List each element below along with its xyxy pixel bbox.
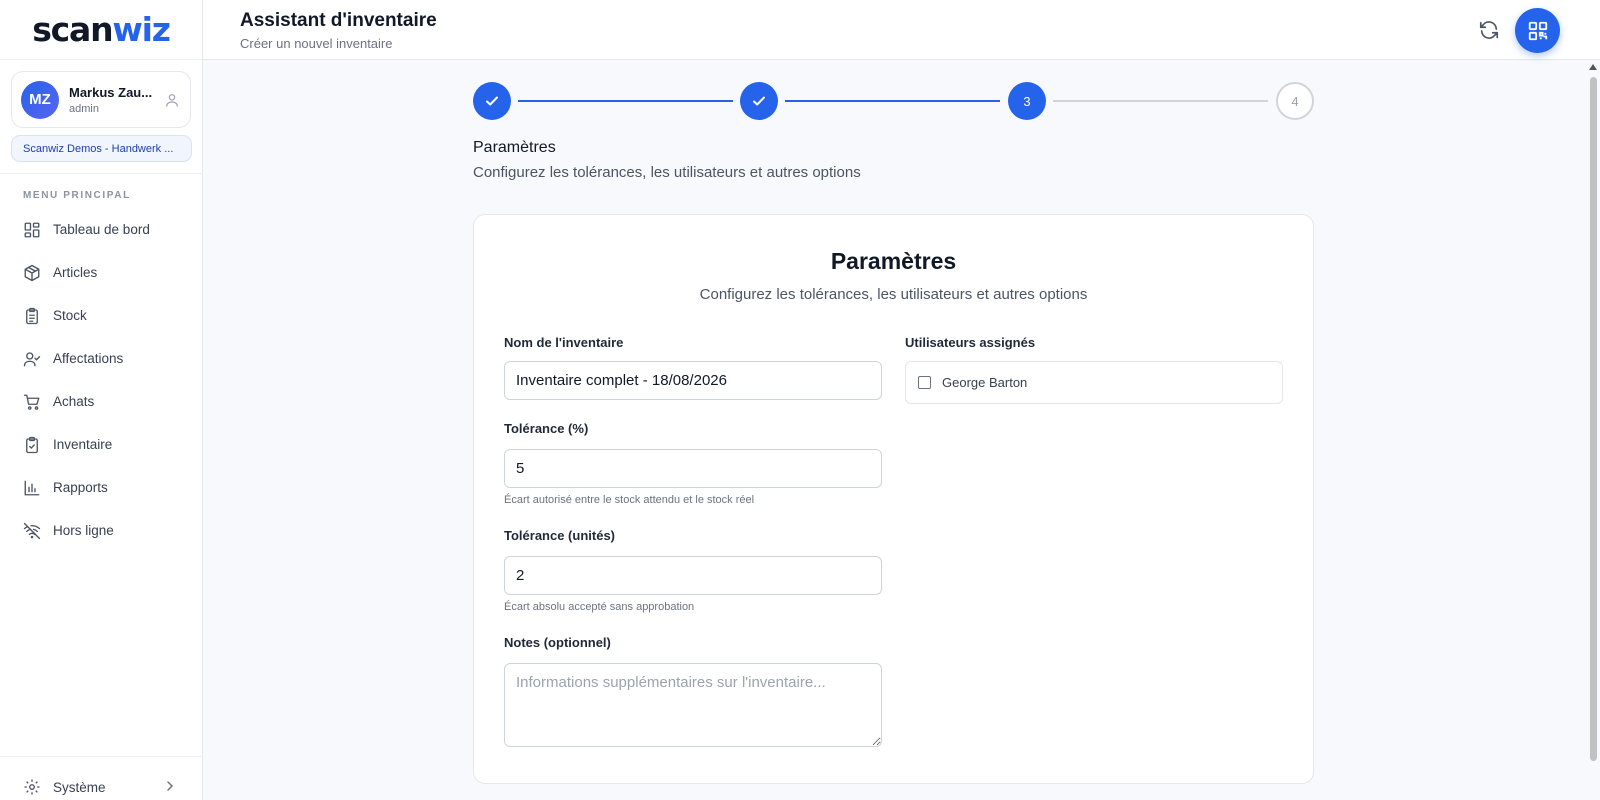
- page-title: Assistant d'inventaire: [240, 10, 437, 31]
- tolerance-percent-input[interactable]: [504, 449, 882, 488]
- sidebar-item-hors-ligne[interactable]: Hors ligne: [0, 509, 203, 552]
- inventory-name-label: Nom de l'inventaire: [504, 335, 624, 350]
- sidebar-item-articles[interactable]: Articles: [0, 251, 203, 294]
- divider: [0, 173, 203, 174]
- sidebar-item-label: Articles: [53, 265, 98, 280]
- user-name: Markus Zau...: [69, 84, 153, 100]
- logo-text-wiz: wiz: [112, 10, 171, 49]
- page-subtitle: Créer un nouvel inventaire: [240, 36, 393, 51]
- bar-chart-icon: [24, 480, 40, 495]
- tolerance-units-input[interactable]: [504, 556, 882, 595]
- sidebar-item-inventaire[interactable]: Inventaire: [0, 423, 203, 466]
- sidebar-item-affectations[interactable]: Affectations: [0, 337, 203, 380]
- user-info: Markus Zau... admin: [69, 85, 165, 115]
- card-title: Paramètres: [830, 248, 957, 274]
- step-1-done[interactable]: [473, 82, 511, 120]
- step-connector: [518, 100, 733, 102]
- sidebar-item-label: Rapports: [53, 480, 108, 495]
- step-4-pending[interactable]: 4: [1276, 82, 1314, 120]
- tolerance-percent-help: Écart autorisé entre le stock attendu et…: [504, 494, 755, 506]
- sidebar-item-label: Tableau de bord: [53, 222, 150, 237]
- step-connector: [1053, 100, 1268, 102]
- step-2-done[interactable]: [740, 82, 778, 120]
- main-menu: Tableau de bord Articles Stock Affectati…: [0, 208, 203, 552]
- scroll-up-arrow[interactable]: [1589, 64, 1597, 70]
- sidebar-item-label: Stock: [53, 308, 87, 323]
- sidebar-item-rapports[interactable]: Rapports: [0, 466, 203, 509]
- card-subtitle: Configurez les tolérances, les utilisate…: [699, 286, 1088, 303]
- sidebar-item-label: Système: [53, 779, 106, 795]
- scrollbar-thumb[interactable]: [1590, 77, 1597, 761]
- check-icon: [486, 96, 498, 106]
- logo-text-scan: scan: [32, 10, 113, 49]
- assigned-users-list: George Barton: [905, 361, 1283, 404]
- sidebar-item-achats[interactable]: Achats: [0, 380, 203, 423]
- sidebar-item-systeme[interactable]: Système: [0, 774, 203, 800]
- avatar: MZ: [21, 80, 59, 119]
- logo-area: scanwiz: [0, 0, 202, 60]
- user-checkbox[interactable]: [918, 376, 931, 389]
- dashboard-icon: [24, 222, 40, 237]
- user-profile-card[interactable]: MZ Markus Zau... admin: [11, 71, 191, 128]
- tolerance-units-label: Tolérance (unités): [504, 528, 616, 543]
- section-subtitle: Configurez les tolérances, les utilisate…: [473, 164, 861, 181]
- check-icon: [753, 96, 765, 106]
- tolerance-units-help: Écart absolu accepté sans approbation: [504, 601, 695, 613]
- menu-heading: MENU PRINCIPAL: [23, 190, 131, 201]
- wizard-stepper: 3 4: [473, 82, 1314, 120]
- wifi-off-icon: [23, 522, 41, 539]
- sidebar-item-dashboard[interactable]: Tableau de bord: [0, 208, 203, 251]
- user-option-label[interactable]: George Barton: [942, 375, 1027, 390]
- assigned-users-label: Utilisateurs assignés: [905, 335, 1036, 350]
- cart-icon: [23, 394, 40, 410]
- sidebar-item-label: Hors ligne: [53, 523, 114, 538]
- gear-icon: [24, 779, 40, 795]
- page-header: Assistant d'inventaire Créer un nouvel i…: [203, 0, 1600, 60]
- qr-code-icon: [1528, 21, 1547, 40]
- clipboard-check-icon: [26, 436, 38, 453]
- refresh-icon[interactable]: [1478, 19, 1500, 41]
- chevron-right-icon: [167, 781, 174, 791]
- section-title: Paramètres: [473, 139, 556, 156]
- user-icon[interactable]: [164, 92, 180, 108]
- settings-card: Paramètres Configurez les tolérances, le…: [473, 214, 1314, 784]
- scanwiz-logo[interactable]: scanwiz: [32, 10, 171, 49]
- sidebar-item-label: Achats: [53, 394, 95, 409]
- user-role: admin: [69, 102, 99, 115]
- notes-label: Notes (optionnel): [504, 635, 611, 650]
- sidebar-item-stock[interactable]: Stock: [0, 294, 203, 337]
- tolerance-percent-label: Tolérance (%): [504, 421, 589, 436]
- qr-scan-button[interactable]: [1515, 8, 1560, 53]
- inventory-name-input[interactable]: [504, 361, 882, 400]
- divider: [0, 756, 203, 757]
- sidebar-item-label: Inventaire: [53, 437, 113, 452]
- sidebar: scanwiz MZ Markus Zau... admin Scanwiz D…: [0, 0, 203, 800]
- notes-textarea[interactable]: [504, 663, 882, 747]
- organization-selector[interactable]: Scanwiz Demos - Handwerk ...: [11, 135, 192, 162]
- clipboard-list-icon: [26, 307, 38, 324]
- sidebar-item-label: Affectations: [53, 351, 124, 366]
- user-check-icon: [23, 351, 41, 366]
- step-3-active[interactable]: 3: [1008, 82, 1046, 120]
- box-icon: [24, 264, 40, 281]
- step-connector: [785, 100, 1000, 102]
